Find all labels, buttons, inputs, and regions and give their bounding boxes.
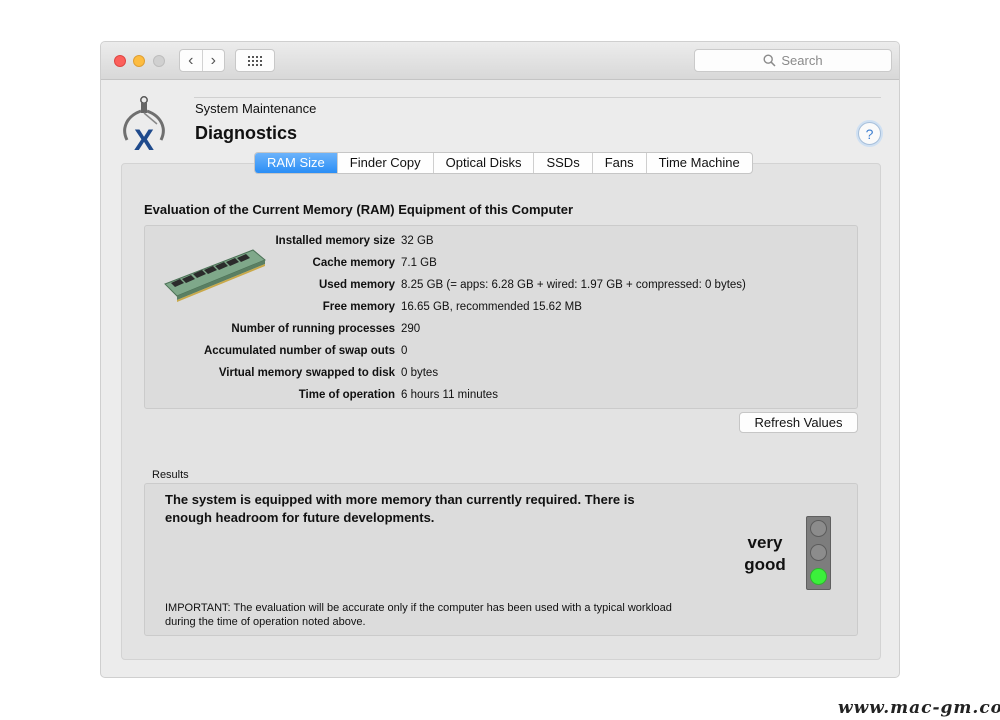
svg-text:X: X <box>134 124 154 152</box>
tab-finder-copy[interactable]: Finder Copy <box>336 153 433 173</box>
info-row-time-of-operation: Time of operation 6 hours 11 minutes <box>145 389 859 405</box>
traffic-light-icon <box>806 516 831 590</box>
ram-module-icon <box>164 249 266 302</box>
forward-button[interactable]: › <box>201 50 225 71</box>
tab-ssds[interactable]: SSDs <box>533 153 591 173</box>
nav-group: ‹ › <box>179 49 225 72</box>
info-label: Virtual memory swapped to disk <box>218 367 395 379</box>
close-button[interactable] <box>114 55 126 67</box>
show-all-button[interactable] <box>235 49 275 72</box>
info-label: Free memory <box>322 301 395 313</box>
info-row-used-memory: Used memory 8.25 GB (= apps: 6.28 GB + w… <box>145 279 859 295</box>
watermark: www.mac-gm.com <box>838 698 1000 718</box>
info-row-installed-memory: Installed memory size 32 GB <box>145 235 859 251</box>
info-value: 8.25 GB (= apps: 6.28 GB + wired: 1.97 G… <box>401 279 746 291</box>
info-row-swap-outs: Accumulated number of swap outs 0 <box>145 345 859 361</box>
info-row-vm-swapped: Virtual memory swapped to disk 0 bytes <box>145 367 859 383</box>
zoom-button[interactable] <box>153 55 165 67</box>
info-row-free-memory: Free memory 16.65 GB, recommended 15.62 … <box>145 301 859 317</box>
yellow-lamp <box>810 544 827 561</box>
app-window: ‹ › Search X System Maintenance Diagnost… <box>100 41 900 678</box>
search-icon <box>763 54 776 67</box>
help-button[interactable]: ? <box>858 122 881 145</box>
info-value: 0 <box>401 345 408 357</box>
results-panel: The system is equipped with more memory … <box>144 483 858 636</box>
tab-ram-size[interactable]: RAM Size <box>255 153 337 173</box>
green-lamp <box>810 568 827 585</box>
tab-time-machine[interactable]: Time Machine <box>645 153 752 173</box>
tab-bar: RAM Size Finder Copy Optical Disks SSDs … <box>254 152 753 174</box>
result-text: The system is equipped with more memory … <box>165 492 635 525</box>
verdict-label: very good <box>744 533 786 574</box>
memory-info-panel: Installed memory size 32 GB Cache memory… <box>144 225 858 409</box>
info-label: Number of running processes <box>231 323 395 335</box>
info-label: Cache memory <box>312 257 395 269</box>
info-value: 290 <box>401 323 421 335</box>
info-label: Used memory <box>318 279 395 291</box>
refresh-values-button[interactable]: Refresh Values <box>739 412 858 433</box>
minimize-button[interactable] <box>133 55 145 67</box>
search-input[interactable]: Search <box>694 49 892 72</box>
search-placeholder: Search <box>781 53 823 68</box>
info-label: Time of operation <box>298 389 395 401</box>
results-label: Results <box>152 469 189 481</box>
info-value: 6 hours 11 minutes <box>401 389 498 401</box>
calipers-logo-icon: X <box>123 96 165 152</box>
info-row-running-processes: Number of running processes 290 <box>145 323 859 339</box>
back-button[interactable]: ‹ <box>180 50 202 71</box>
tab-fans[interactable]: Fans <box>591 153 646 173</box>
info-label: Installed memory size <box>275 235 395 247</box>
info-label: Accumulated number of swap outs <box>203 345 395 357</box>
red-lamp <box>810 520 827 537</box>
grid-icon <box>248 55 262 66</box>
page-title: Diagnostics <box>195 123 298 143</box>
info-row-cache-memory: Cache memory 7.1 GB <box>145 257 859 273</box>
info-value: 32 GB <box>401 235 434 247</box>
info-value: 0 bytes <box>401 367 439 379</box>
info-value: 16.65 GB, recommended 15.62 MB <box>401 301 582 313</box>
titlebar: ‹ › Search <box>101 42 899 80</box>
info-value: 7.1 GB <box>401 257 437 269</box>
header-divider <box>194 97 881 98</box>
tab-optical-disks[interactable]: Optical Disks <box>432 153 534 173</box>
page-subtitle: System Maintenance <box>195 101 317 116</box>
important-note: IMPORTANT: The evaluation will be accura… <box>165 602 672 628</box>
section-title: Evaluation of the Current Memory (RAM) E… <box>144 202 574 217</box>
